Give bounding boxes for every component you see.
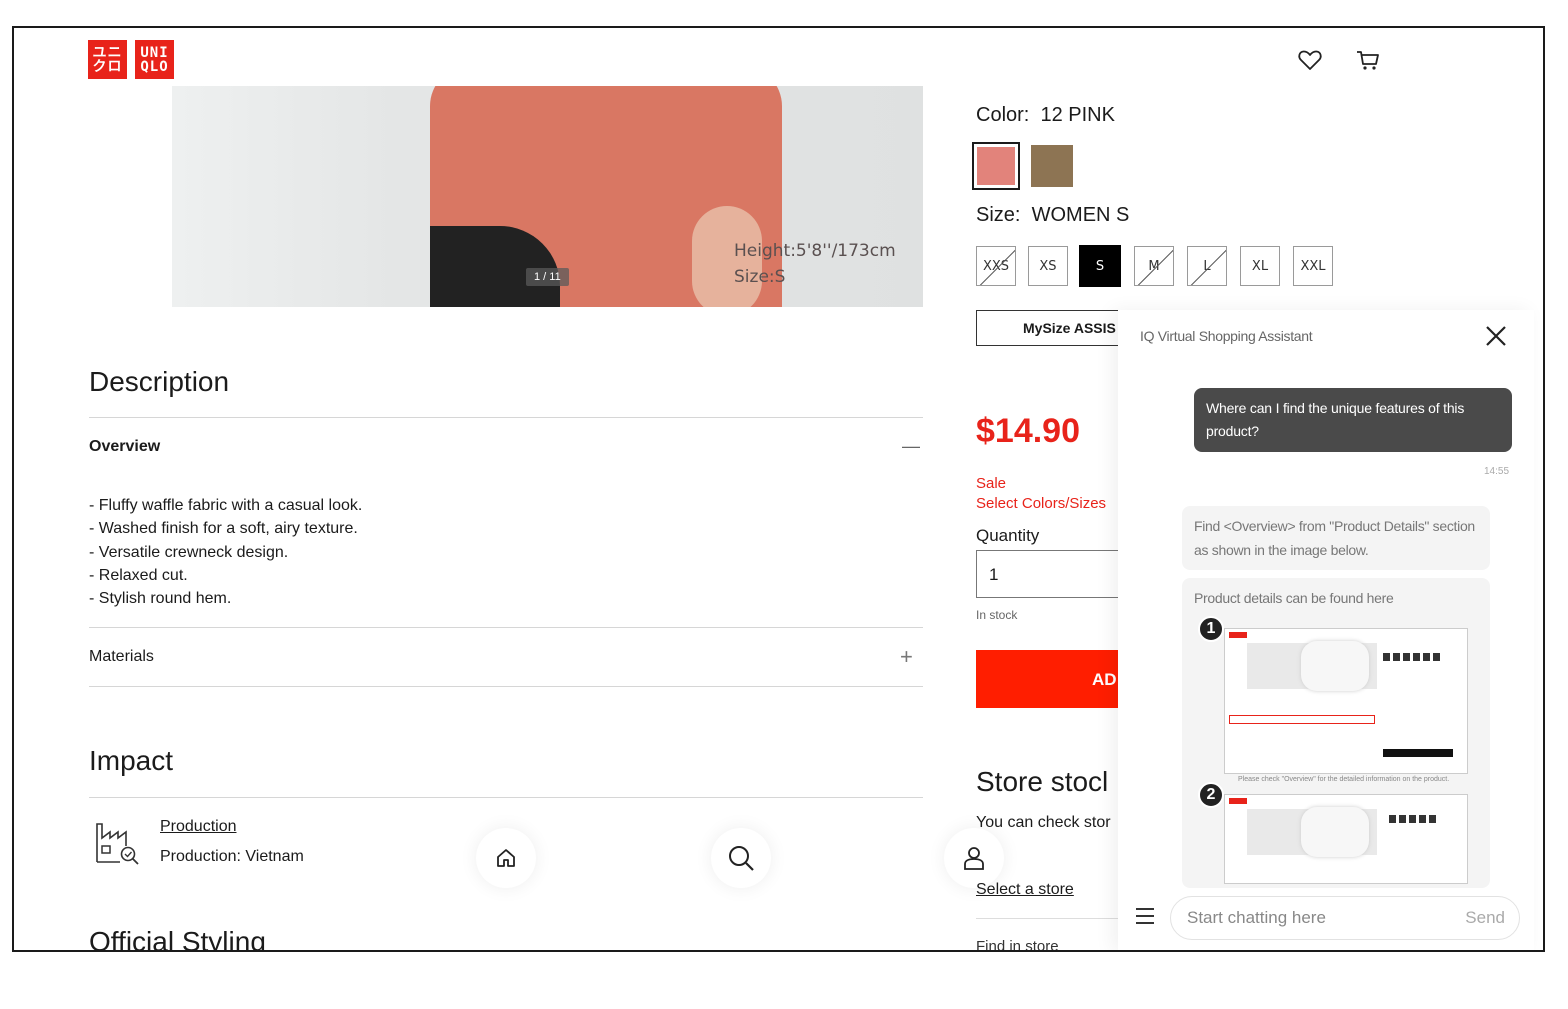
production-link[interactable]: Production xyxy=(160,818,237,836)
step-badge: 2 xyxy=(1198,782,1224,808)
sale-label: Sale xyxy=(976,475,1007,492)
header-fade xyxy=(144,28,1264,88)
thumb-highlight xyxy=(1229,715,1375,724)
virtual-assistant-panel: IQ Virtual Shopping Assistant Where can … xyxy=(1118,310,1534,950)
close-icon[interactable] xyxy=(1482,322,1510,350)
find-in-store-link[interactable]: Find in store xyxy=(976,938,1059,950)
assistant-image-card: Product details can be found here 1 2 Pl… xyxy=(1182,578,1490,888)
quantity-label: Quantity xyxy=(976,526,1040,545)
store-stock-text: You can check stor xyxy=(976,814,1111,831)
send-button[interactable]: Send xyxy=(1465,908,1505,928)
chat-input-placeholder: Start chatting here xyxy=(1187,908,1326,927)
materials-toggle[interactable]: Materials xyxy=(89,648,154,666)
divider xyxy=(89,797,923,798)
size-option-xl[interactable]: XL xyxy=(1240,246,1280,286)
color-selection: Color: 12 PINK xyxy=(976,104,1115,127)
model-height: Height:5'8''/173cm xyxy=(734,241,896,261)
size-option-xxl[interactable]: XXL xyxy=(1293,246,1333,286)
sale-info: Sale Select Colors/Sizes xyxy=(976,474,1106,514)
logo-text-line: UNI xyxy=(140,44,169,61)
overview-toggle[interactable]: Overview xyxy=(89,438,160,456)
account-button[interactable] xyxy=(944,828,1004,888)
uniqlo-logo[interactable]: ユニ クロ UNI QLO xyxy=(88,40,174,79)
product-image[interactable]: Height:5'8''/173cm Size:S 1 / 11 xyxy=(172,86,923,307)
select-hint: Select Colors/Sizes xyxy=(976,495,1107,512)
model-size: Size:S xyxy=(734,267,786,287)
swatch-fill xyxy=(1031,145,1073,187)
image-counter: 1 / 11 xyxy=(526,268,569,286)
color-swatch-brown[interactable] xyxy=(1028,142,1076,190)
color-label: Color: xyxy=(976,104,1030,126)
thumb-sizes xyxy=(1389,815,1439,823)
logo-text-line: ユニ xyxy=(92,44,123,61)
size-option-s[interactable]: S xyxy=(1079,245,1121,287)
thumb-shirt xyxy=(1301,641,1369,691)
logo-katakana: ユニ クロ xyxy=(88,40,127,79)
chat-title: IQ Virtual Shopping Assistant xyxy=(1140,328,1313,344)
size-option-l[interactable]: L xyxy=(1187,246,1227,286)
home-icon xyxy=(497,849,515,867)
logo-text-line: QLO xyxy=(140,58,169,75)
divider xyxy=(89,686,923,687)
official-styling-title: Official Styling xyxy=(89,926,266,952)
thumb-add-button xyxy=(1383,749,1453,757)
select-store-link[interactable]: Select a store xyxy=(976,881,1074,899)
thumb-caption: Please check "Overview" for the detailed… xyxy=(1238,776,1450,783)
stock-status: In stock xyxy=(976,608,1018,622)
collapse-icon[interactable]: — xyxy=(902,436,920,457)
store-stock-title: Store stocl xyxy=(976,766,1109,797)
menu-icon[interactable] xyxy=(1134,906,1156,926)
cart-icon[interactable] xyxy=(1354,46,1382,74)
chat-input[interactable]: Start chatting here Send xyxy=(1170,896,1520,940)
overview-bullet: - Versatile crewneck design. xyxy=(89,543,289,561)
home-button[interactable] xyxy=(476,828,536,888)
divider xyxy=(976,918,1136,919)
assistant-message: Find <Overview> from "Product Details" s… xyxy=(1182,506,1490,570)
user-message: Where can I find the unique features of … xyxy=(1194,388,1512,452)
user-icon xyxy=(964,847,984,870)
card-caption: Product details can be found here xyxy=(1194,590,1394,606)
overview-bullet: - Fluffy waffle fabric with a casual loo… xyxy=(89,497,363,514)
expand-icon[interactable]: + xyxy=(900,644,913,670)
model-info: Height:5'8''/173cm Size:S xyxy=(734,238,896,290)
search-button[interactable] xyxy=(711,828,771,888)
overview-bullet: - Stylish round hem. xyxy=(89,590,232,608)
logo-latin: UNI QLO xyxy=(135,40,174,79)
color-value: 12 PINK xyxy=(1040,104,1115,126)
size-option-xs[interactable]: XS xyxy=(1028,246,1068,286)
size-value: WOMEN S xyxy=(1031,204,1130,226)
guide-screenshot[interactable] xyxy=(1224,628,1468,774)
message-timestamp: 14:55 xyxy=(1484,466,1510,477)
overview-content: - Fluffy waffle fabric with a casual loo… xyxy=(89,494,362,610)
impact-title: Impact xyxy=(89,745,174,776)
size-selection: Size: WOMEN S xyxy=(976,204,1129,227)
guide-screenshot[interactable] xyxy=(1224,794,1468,884)
thumb-logo xyxy=(1229,632,1247,638)
step-badge: 1 xyxy=(1198,616,1224,642)
browser-frame: ユニ クロ UNI QLO Height:5'8''/173cm Size:S … xyxy=(12,26,1545,952)
product-price: $14.90 xyxy=(976,412,1080,450)
divider xyxy=(89,627,923,628)
overview-bullet: - Relaxed cut. xyxy=(89,566,188,584)
thumb-sizes xyxy=(1383,653,1443,661)
logo-text-line: クロ xyxy=(92,58,123,75)
size-option-m[interactable]: M xyxy=(1134,246,1174,286)
heart-icon[interactable] xyxy=(1296,46,1324,74)
search-icon xyxy=(729,846,754,871)
factory-icon xyxy=(96,823,139,865)
thumb-logo xyxy=(1229,798,1247,804)
production-country: Production: Vietnam xyxy=(160,848,304,865)
divider xyxy=(89,417,923,418)
overview-bullet: - Washed finish for a soft, airy texture… xyxy=(89,520,358,538)
thumb-shirt xyxy=(1301,807,1369,857)
size-option-xxs[interactable]: XXS xyxy=(976,246,1016,286)
swatch-fill xyxy=(977,147,1015,185)
color-swatch-pink[interactable] xyxy=(972,142,1020,190)
description-title: Description xyxy=(89,366,230,397)
chat-input-row: Start chatting here Send xyxy=(1118,892,1534,942)
size-label: Size: xyxy=(976,204,1021,226)
